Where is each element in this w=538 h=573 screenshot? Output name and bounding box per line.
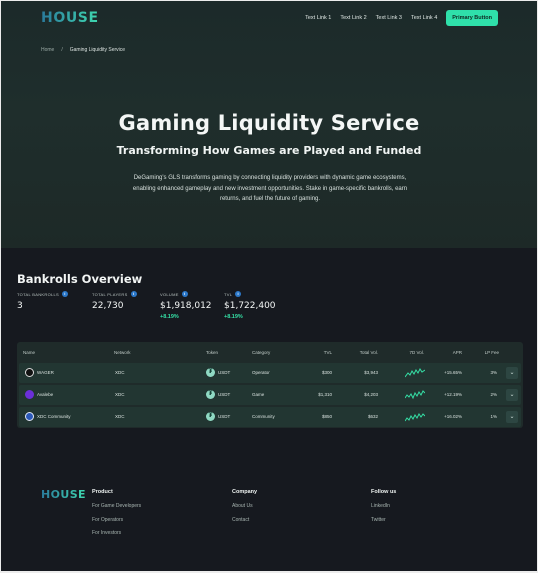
hero-description: DeGaming's GLS transforms gaming by conn… bbox=[132, 175, 408, 202]
tether-icon: ₮ bbox=[206, 412, 215, 421]
footer-column-follow: Follow us LinkedIn Twitter bbox=[371, 489, 396, 530]
breadcrumb-home[interactable]: Home bbox=[41, 47, 54, 53]
stat-total-bankrolls: TOTAL BANKROLLS i 3 bbox=[17, 291, 68, 311]
cell-name: Avalebe bbox=[37, 392, 54, 397]
nav-link-1[interactable]: Text Link 1 bbox=[305, 15, 331, 21]
stat-value: 3 bbox=[17, 301, 23, 311]
breadcrumb-separator: / bbox=[61, 47, 63, 53]
footer-link[interactable]: For Investors bbox=[92, 530, 141, 536]
footer-link[interactable]: Contact bbox=[232, 517, 257, 523]
table-row[interactable]: Avalebe XDC ₮ USDT Game $1,310 $4,203 +1… bbox=[19, 385, 521, 405]
cell-name: XDC Community bbox=[37, 414, 71, 419]
stat-label: TOTAL PLAYERS bbox=[92, 291, 128, 297]
footer-column-title: Company bbox=[232, 489, 258, 495]
cell-tvl: $300 bbox=[321, 370, 332, 375]
stat-change: +8.19% bbox=[224, 314, 243, 320]
info-icon[interactable]: i bbox=[62, 291, 68, 297]
chevron-down-icon[interactable]: ⌄ bbox=[506, 411, 518, 423]
breadcrumb: Home / Gaming Liquidity Service bbox=[41, 47, 125, 53]
page: HOUSE Text Link 1 Text Link 2 Text Link … bbox=[1, 1, 537, 571]
cell-token: USDT bbox=[218, 414, 231, 419]
cell-tvl: $850 bbox=[321, 414, 332, 419]
stat-volume: VOLUME i $1,918,012 +8.19% bbox=[160, 291, 212, 320]
hero-section: HOUSE Text Link 1 Text Link 2 Text Link … bbox=[1, 1, 537, 248]
bankrolls-title: Bankrolls Overview bbox=[17, 272, 143, 286]
avatar bbox=[25, 390, 34, 399]
column-header-apr[interactable]: APR bbox=[453, 350, 462, 355]
chevron-down-icon[interactable]: ⌄ bbox=[506, 367, 518, 379]
nav-link-4[interactable]: Text Link 4 bbox=[411, 15, 437, 21]
sparkline-7d-vol bbox=[405, 390, 425, 400]
tether-icon: ₮ bbox=[206, 390, 215, 399]
stat-label: VOLUME bbox=[160, 291, 179, 297]
cell-network: XDC bbox=[115, 414, 125, 419]
column-header-tvl[interactable]: TVL bbox=[324, 350, 332, 355]
sparkline-7d-vol bbox=[405, 413, 425, 422]
stat-label: TOTAL BANKROLLS bbox=[17, 291, 59, 297]
cell-network: XDC bbox=[115, 392, 125, 397]
stat-total-players: TOTAL PLAYERS i 22,730 bbox=[92, 291, 137, 311]
footer-column-product: Product For Game Developers For Operator… bbox=[92, 489, 141, 544]
stat-label: TVL bbox=[224, 291, 233, 297]
stat-value: $1,722,400 bbox=[224, 301, 276, 311]
footer-column-title: Follow us bbox=[371, 489, 397, 495]
footer-logo[interactable]: HOUSE bbox=[41, 488, 86, 501]
page-subtitle: Transforming How Games are Played and Fu… bbox=[116, 144, 422, 157]
bankrolls-table: Name Network Token Category TVL Total Vo… bbox=[17, 342, 523, 428]
footer-link-linkedin[interactable]: LinkedIn bbox=[371, 503, 396, 509]
cell-total-vol: $632 bbox=[367, 414, 378, 419]
nav-link-3[interactable]: Text Link 3 bbox=[376, 15, 402, 21]
stat-change: +8.19% bbox=[160, 314, 179, 320]
chevron-down-icon[interactable]: ⌄ bbox=[506, 389, 518, 401]
cell-apr: +12.19% bbox=[444, 392, 462, 397]
footer-link-twitter[interactable]: Twitter bbox=[371, 517, 396, 523]
avatar bbox=[25, 368, 34, 377]
cell-apr: +16.02% bbox=[444, 414, 462, 419]
column-header-network[interactable]: Network bbox=[114, 350, 131, 355]
footer-link[interactable]: About Us bbox=[232, 503, 257, 509]
cell-lp-fee: 2% bbox=[490, 392, 497, 397]
column-header-lp-fee[interactable]: LP Fee bbox=[485, 350, 499, 355]
cell-token: USDT bbox=[218, 392, 231, 397]
cell-lp-fee: 1% bbox=[490, 414, 497, 419]
avatar bbox=[25, 412, 34, 421]
footer-column-company: Company About Us Contact bbox=[232, 489, 257, 530]
table-row[interactable]: WAGER XDC ₮ USDT Operator $300 $3,943 +1… bbox=[19, 363, 521, 383]
cell-name: WAGER bbox=[37, 370, 54, 375]
cell-lp-fee: 3% bbox=[490, 370, 497, 375]
column-header-total-vol[interactable]: Total Vol. bbox=[360, 350, 378, 355]
page-title: Gaming Liquidity Service bbox=[118, 111, 420, 135]
sparkline-7d-vol bbox=[405, 368, 425, 378]
cell-tvl: $1,310 bbox=[318, 392, 332, 397]
stat-value: $1,918,012 bbox=[160, 301, 212, 311]
info-icon[interactable]: i bbox=[181, 291, 188, 297]
logo[interactable]: HOUSE bbox=[41, 10, 99, 26]
column-header-token[interactable]: Token bbox=[206, 350, 218, 355]
table-row[interactable]: XDC Community XDC ₮ USDT Community $850 … bbox=[19, 407, 521, 427]
info-icon[interactable]: i bbox=[130, 291, 137, 297]
footer-link[interactable]: For Game Developers bbox=[92, 503, 141, 509]
breadcrumb-current: Gaming Liquidity Service bbox=[69, 47, 126, 53]
tether-icon: ₮ bbox=[206, 368, 215, 377]
column-header-7d-vol[interactable]: 7D Vol. bbox=[409, 350, 424, 355]
cell-token: USDT bbox=[218, 370, 231, 375]
stat-tvl: TVL i $1,722,400 +8.19% bbox=[224, 291, 276, 320]
column-header-category[interactable]: Category bbox=[252, 350, 270, 355]
info-icon[interactable]: i bbox=[235, 291, 242, 297]
cell-total-vol: $4,203 bbox=[364, 392, 378, 397]
top-nav: Text Link 1 Text Link 2 Text Link 3 Text… bbox=[305, 10, 498, 26]
cell-apr: +15.65% bbox=[444, 370, 462, 375]
footer-column-title: Product bbox=[92, 489, 113, 495]
column-header-name[interactable]: Name bbox=[23, 350, 35, 355]
nav-link-2[interactable]: Text Link 2 bbox=[340, 15, 366, 21]
cell-category: Operator bbox=[252, 370, 270, 375]
cell-category: Game bbox=[252, 392, 265, 397]
cell-category: Community bbox=[252, 414, 275, 419]
footer-link[interactable]: For Operators bbox=[92, 517, 141, 523]
cell-network: XDC bbox=[115, 370, 125, 375]
stat-value: 22,730 bbox=[92, 301, 124, 311]
primary-button[interactable]: Primary Button bbox=[446, 10, 498, 26]
cell-total-vol: $3,943 bbox=[364, 370, 378, 375]
